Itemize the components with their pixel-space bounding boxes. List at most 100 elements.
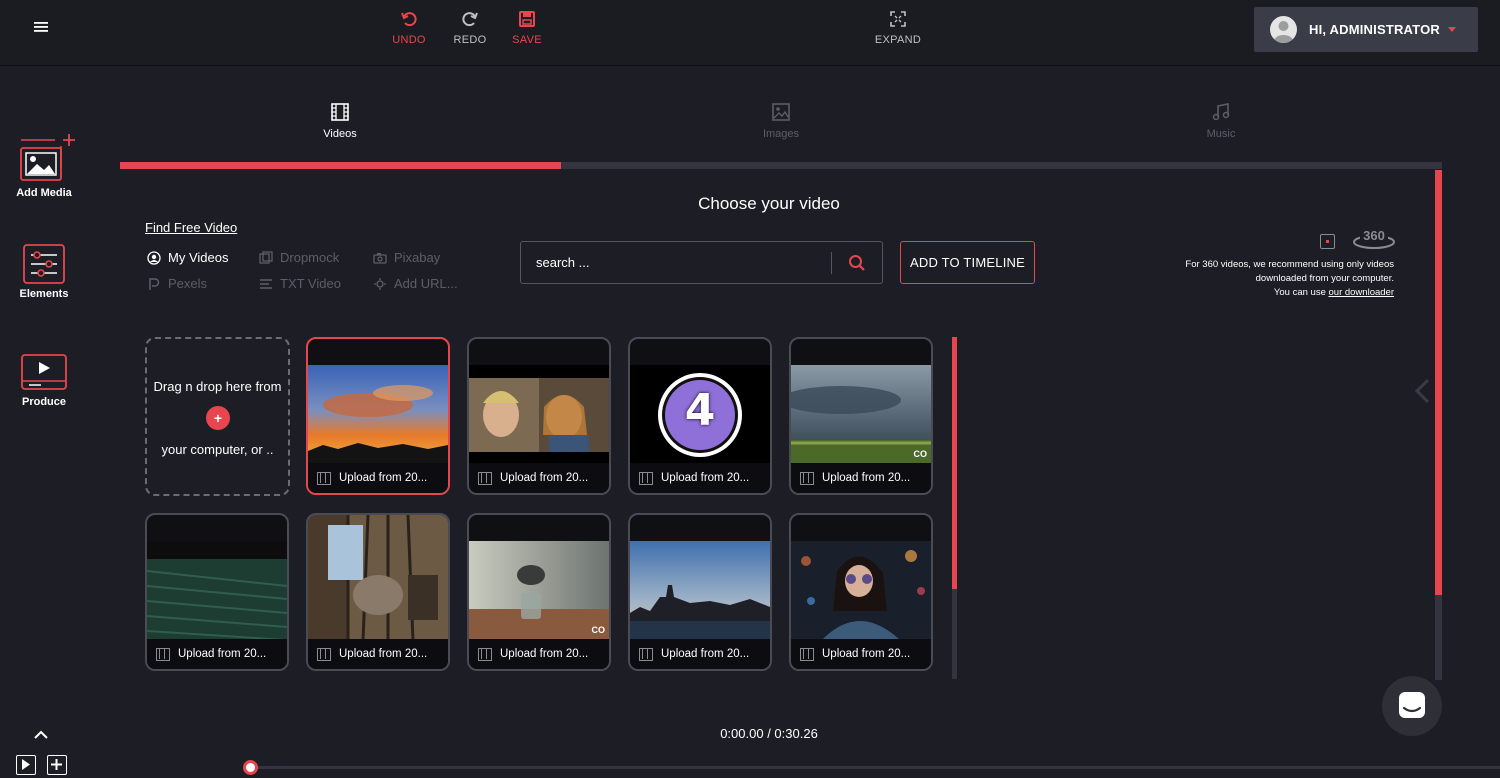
tab-images[interactable]: Images — [711, 102, 851, 140]
sidebar-item-label: Produce — [21, 396, 66, 408]
video-caption-bar: Upload from 20... — [469, 639, 609, 669]
source-add-url[interactable]: Add URL... — [373, 276, 458, 291]
tab-progress-track — [120, 162, 1442, 169]
video-thumbnail — [469, 541, 609, 641]
total-time: 0:30.26 — [774, 726, 818, 741]
add-to-timeline-button[interactable]: ADD TO TIMELINE — [900, 241, 1035, 284]
add-track-button[interactable] — [47, 755, 67, 775]
video-tile-city[interactable]: Upload from 20... — [628, 513, 772, 671]
video-tile-portrait[interactable]: Upload from 20... — [789, 513, 933, 671]
film-icon — [317, 647, 331, 661]
video-caption: Upload from 20... — [822, 648, 911, 660]
playback-time: 0:00.00 / 0:30.26 — [0, 726, 1500, 741]
user-circle-icon — [147, 250, 161, 265]
save-button[interactable]: SAVE — [497, 10, 557, 46]
source-label: Dropmock — [280, 250, 340, 265]
video-caption: Upload from 20... — [661, 648, 750, 660]
plus-icon — [51, 759, 62, 770]
chevron-up-icon[interactable] — [32, 726, 50, 744]
panel-scrollbar[interactable] — [1435, 170, 1442, 680]
time-separator: / — [763, 726, 775, 741]
sidebar-item-label: Elements — [19, 288, 69, 300]
source-label: Pexels — [168, 276, 208, 291]
tab-label: Music — [1206, 128, 1236, 140]
video-tile-sunset[interactable]: Upload from 20... — [306, 337, 450, 495]
video-caption-bar: Upload from 20... — [308, 463, 448, 493]
upload-plus-button[interactable]: + — [206, 406, 230, 430]
video-thumbnail — [791, 365, 931, 465]
top-toolbar: UNDO REDO SAVE EXPAND HI, ADMINISTRATOR — [0, 0, 1500, 66]
film-icon — [800, 647, 814, 661]
source-pixabay[interactable]: Pixabay — [373, 250, 440, 265]
sidebar-item-add-media[interactable]: Add Media — [0, 132, 88, 199]
video-caption: Upload from 20... — [178, 648, 267, 660]
sidebar-item-produce[interactable]: Produce — [0, 353, 88, 408]
video-caption-bar: Upload from 20... — [791, 463, 931, 493]
playhead-handle[interactable] — [243, 760, 258, 775]
undo-label: UNDO — [392, 34, 426, 46]
source-label: Pixabay — [394, 250, 441, 265]
video-caption: Upload from 20... — [822, 472, 911, 484]
scrollbar-thumb[interactable] — [1435, 170, 1442, 595]
save-icon — [519, 11, 535, 27]
scrollbar-thumb[interactable] — [952, 337, 957, 589]
source-dropmock[interactable]: Dropmock — [259, 250, 339, 265]
search-box — [520, 241, 883, 284]
360-badge: 360 — [1363, 228, 1385, 243]
tab-label: Images — [762, 128, 800, 140]
video-caption: Upload from 20... — [339, 648, 428, 660]
video-thumbnail — [791, 541, 931, 641]
timeline-track[interactable] — [251, 766, 1500, 769]
dropmock-icon — [259, 250, 273, 264]
video-badge: CO — [913, 449, 928, 459]
video-thumbnail — [308, 365, 448, 465]
video-tile-countdown[interactable]: 4 Upload from 20... — [628, 337, 772, 495]
video-thumbnail — [147, 541, 287, 641]
produce-icon — [21, 354, 67, 390]
downloader-link[interactable]: our downloader — [1329, 287, 1395, 298]
video-tile-wall[interactable]: Upload from 20... — [145, 513, 289, 671]
hamburger-menu-icon[interactable] — [34, 20, 54, 40]
countdown-number: 4 — [684, 385, 716, 436]
video-caption: Upload from 20... — [661, 472, 750, 484]
expand-button[interactable]: EXPAND — [868, 10, 928, 46]
redo-button[interactable]: REDO — [440, 10, 500, 46]
video-tile-glass[interactable]: CO Upload from 20... — [467, 513, 611, 671]
video-tile-storm[interactable]: CO Upload from 20... — [789, 337, 933, 495]
tab-music[interactable]: Music — [1151, 102, 1291, 140]
source-pexels[interactable]: Pexels — [147, 276, 207, 291]
360-toggle-checkbox[interactable] — [1320, 234, 1335, 249]
chevron-left-icon[interactable] — [1414, 378, 1430, 404]
camera-icon — [373, 252, 387, 264]
page-title: Choose your video — [698, 194, 840, 213]
tab-videos[interactable]: Videos — [270, 102, 410, 140]
undo-button[interactable]: UNDO — [379, 10, 439, 46]
add-media-icon — [20, 134, 75, 181]
link-icon — [374, 277, 386, 290]
sidebar-item-elements[interactable]: Elements — [0, 243, 88, 300]
source-label: TXT Video — [280, 276, 341, 291]
360-note-line3: You can use — [1273, 287, 1329, 298]
search-icon[interactable] — [848, 254, 866, 272]
music-icon — [1212, 103, 1230, 121]
video-tile-street[interactable]: Upload from 20... — [306, 513, 450, 671]
video-caption: Upload from 20... — [500, 648, 589, 660]
grid-scrollbar[interactable] — [952, 337, 957, 679]
video-caption: Upload from 20... — [339, 472, 428, 484]
video-caption-bar: Upload from 20... — [630, 463, 770, 493]
source-txt-video[interactable]: TXT Video — [259, 276, 341, 291]
user-menu-button[interactable]: HI, ADMINISTRATOR — [1254, 7, 1478, 52]
expand-icon — [890, 11, 906, 27]
drop-zone-text-2: your computer, or .. — [161, 442, 274, 457]
pexels-icon — [149, 277, 160, 290]
video-tile-people[interactable]: Upload from 20... — [467, 337, 611, 495]
drop-zone[interactable]: Drag n drop here from + your computer, o… — [145, 337, 290, 496]
avatar — [1270, 16, 1297, 43]
360-note: For 360 videos, we recommend using only … — [1134, 258, 1394, 300]
source-label: My Videos — [168, 250, 229, 265]
source-my-videos[interactable]: My Videos — [147, 250, 228, 265]
drop-zone-text-1: Drag n drop here from — [153, 379, 282, 394]
play-button[interactable] — [16, 755, 36, 775]
find-free-video-link[interactable]: Find Free Video — [145, 220, 237, 235]
search-input[interactable] — [521, 242, 831, 283]
